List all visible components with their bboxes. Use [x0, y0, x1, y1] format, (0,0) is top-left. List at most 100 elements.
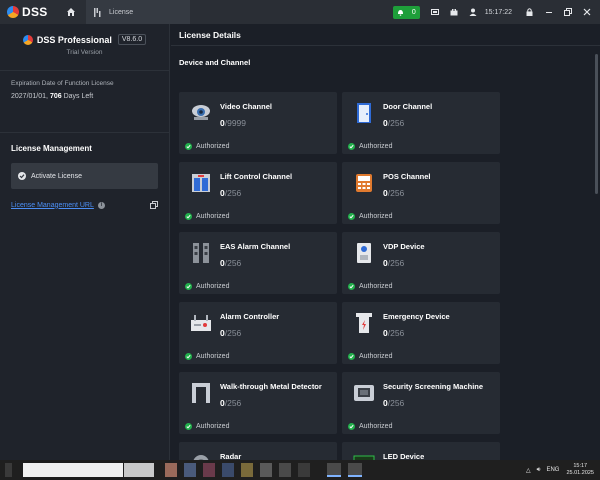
language-indicator[interactable]: ENG	[546, 467, 559, 473]
expiry-date: 2027/01/01,	[11, 93, 48, 100]
copy-icon[interactable]	[150, 201, 158, 209]
chevron-up-icon[interactable]: △	[526, 467, 531, 474]
license-tab-icon	[93, 7, 101, 17]
app-logo[interactable]: DSS	[0, 0, 56, 24]
close-button[interactable]	[579, 0, 594, 24]
lock-button[interactable]	[522, 0, 537, 24]
monitor-button[interactable]	[428, 0, 443, 24]
check-circle-icon	[185, 143, 192, 150]
card-title: LED Device	[383, 452, 425, 460]
total-count: /256	[224, 258, 242, 268]
card-count: 0/256	[220, 328, 241, 338]
taskbar-app[interactable]	[298, 463, 310, 477]
check-circle-icon	[348, 353, 355, 360]
taskbar-dss-app[interactable]	[327, 463, 341, 477]
card-title: Door Channel	[383, 102, 433, 111]
card-title: Emergency Device	[383, 312, 450, 321]
taskbar-date: 25.01.2025	[566, 470, 594, 476]
card-title: Security Screening Machine	[383, 382, 484, 391]
card-title: Walk-through Metal Detector	[220, 382, 322, 391]
total-count: /256	[224, 398, 242, 408]
card-count: 0/256	[383, 328, 404, 338]
pos-terminal-icon	[351, 170, 377, 196]
status-label: Authorized	[359, 353, 393, 360]
check-circle-icon	[185, 423, 192, 430]
main-content: License Details Device and Channel Video…	[171, 24, 600, 460]
license-management-title: License Management	[11, 144, 92, 153]
card-count: 0/256	[383, 258, 404, 268]
status-badge: Authorized	[185, 353, 229, 360]
user-icon	[469, 8, 477, 16]
taskbar-dss-app[interactable]	[348, 463, 362, 477]
door-icon	[351, 100, 377, 126]
status-badge: Authorized	[348, 423, 392, 430]
taskbar-app[interactable]	[165, 463, 177, 477]
lock-icon	[526, 8, 533, 16]
user-button[interactable]	[466, 0, 481, 24]
check-circle-icon	[348, 143, 355, 150]
edition-label: Trial Version	[66, 49, 103, 56]
taskbar-search[interactable]	[23, 463, 123, 477]
status-label: Authorized	[196, 353, 230, 360]
total-count: /256	[387, 328, 405, 338]
status-badge: Authorized	[185, 213, 229, 220]
taskbar-app[interactable]	[184, 463, 196, 477]
taskbar-app[interactable]	[241, 463, 253, 477]
metal-detector-icon	[188, 380, 214, 406]
status-label: Authorized	[359, 423, 393, 430]
scrollbar[interactable]	[595, 54, 598, 194]
restore-icon	[563, 8, 572, 16]
taskbar-clock[interactable]: 15:17 25.01.2025	[566, 463, 594, 477]
status-label: Authorized	[196, 143, 230, 150]
status-badge: Authorized	[348, 213, 392, 220]
activate-license-button[interactable]: Activate License	[11, 163, 158, 189]
info-icon[interactable]: i	[97, 201, 105, 209]
logo-text: DSS	[22, 5, 48, 19]
taskbar-app[interactable]	[203, 463, 215, 477]
restore-button[interactable]	[560, 0, 575, 24]
license-card: Alarm Controller 0/256 Authorized	[179, 302, 337, 364]
taskbar-app[interactable]	[279, 463, 291, 477]
elevator-icon	[188, 170, 214, 196]
tab-label: License	[109, 8, 134, 16]
notification-button[interactable]: 0	[392, 5, 420, 19]
expiry-label: Expiration Date of Function License	[11, 80, 114, 87]
card-title: Lift Control Channel	[220, 172, 293, 181]
status-badge: Authorized	[348, 283, 392, 290]
volume-icon[interactable]: 🔊︎	[537, 467, 541, 474]
status-label: Authorized	[359, 143, 393, 150]
license-management-url-link[interactable]: License Management URL	[11, 202, 94, 209]
check-circle-icon	[348, 423, 355, 430]
card-title: Video Channel	[220, 102, 272, 111]
card-count: 0/256	[220, 258, 241, 268]
home-button[interactable]	[56, 0, 86, 24]
card-title: POS Channel	[383, 172, 431, 181]
os-taskbar: △ 🔊︎ ENG 15:17 25.01.2025	[0, 460, 600, 480]
check-circle-icon	[185, 213, 192, 220]
alarm-controller-icon	[188, 310, 214, 336]
card-count: 0/256	[383, 188, 404, 198]
minimize-button[interactable]	[541, 0, 556, 24]
card-count: 0/256	[383, 118, 404, 128]
sidebar: DSS Professional V8.6.0 Trial Version Ex…	[0, 24, 170, 460]
start-button[interactable]	[5, 463, 12, 477]
taskbar-app[interactable]	[260, 463, 272, 477]
license-card: Emergency Device 0/256 Authorized	[342, 302, 500, 364]
home-icon	[67, 8, 75, 16]
tab-license[interactable]: License	[86, 0, 190, 24]
status-label: Authorized	[196, 283, 230, 290]
product-info: DSS Professional V8.6.0 Trial Version	[0, 24, 169, 71]
license-card: POS Channel 0/256 Authorized	[342, 162, 500, 224]
dss-logo-icon	[7, 6, 19, 18]
activate-license-label: Activate License	[31, 172, 82, 180]
taskbar-app[interactable]	[124, 463, 154, 477]
camera-icon	[188, 100, 214, 126]
card-count: 0/256	[220, 188, 241, 198]
taskbar-app[interactable]	[222, 463, 234, 477]
card-count: 0/9999	[220, 118, 246, 128]
tools-button[interactable]	[447, 0, 462, 24]
notification-count: 0	[411, 8, 416, 16]
minimize-icon	[545, 12, 552, 13]
total-count: /256	[224, 188, 242, 198]
intercom-icon	[351, 240, 377, 266]
